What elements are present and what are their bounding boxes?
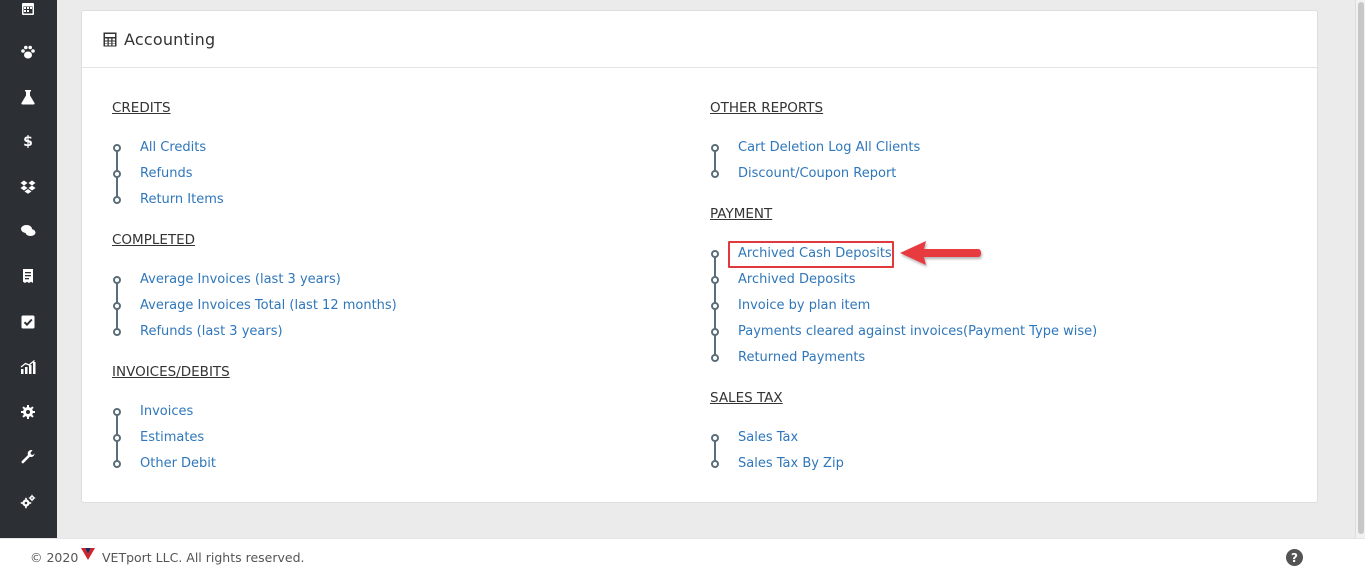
timeline-dot (113, 460, 121, 468)
timeline-dot (711, 170, 719, 178)
link-cart-deletion-log[interactable]: Cart Deletion Log All Clients (738, 139, 920, 157)
wrench-icon[interactable] (16, 445, 40, 469)
timeline-dot (711, 250, 719, 258)
link-average-invoices[interactable]: Average Invoices (last 3 years) (140, 271, 341, 289)
chart-icon[interactable] (16, 355, 40, 379)
section-title-other-reports: OTHER REPORTS (710, 100, 824, 116)
timeline-dot (711, 276, 719, 284)
section-title-payment: PAYMENT (710, 206, 773, 222)
vetport-logo-icon (81, 548, 95, 560)
timeline-dot (711, 434, 719, 442)
section-title-completed: COMPLETED (112, 232, 196, 248)
link-other-debit[interactable]: Other Debit (140, 455, 216, 473)
timeline-dot (113, 328, 121, 336)
timeline-dot (113, 434, 121, 442)
company-text: VETport LLC. All rights reserved. (102, 550, 305, 565)
highlight-box (728, 241, 894, 268)
timeline-dot (113, 144, 121, 152)
link-returned-payments[interactable]: Returned Payments (738, 349, 865, 367)
timeline-dot (113, 408, 121, 416)
timeline-dot (113, 170, 121, 178)
timeline-dot (113, 196, 121, 204)
paw-icon[interactable] (16, 40, 40, 64)
receipt-icon[interactable] (16, 264, 40, 288)
link-archived-deposits[interactable]: Archived Deposits (738, 271, 856, 289)
link-invoices[interactable]: Invoices (140, 403, 193, 421)
link-estimates[interactable]: Estimates (140, 429, 204, 447)
gears-icon[interactable] (16, 490, 40, 514)
dropbox-icon[interactable] (16, 175, 40, 199)
link-sales-tax[interactable]: Sales Tax (738, 429, 798, 447)
section-title-credits: CREDITS (112, 100, 171, 116)
timeline-dot (711, 460, 719, 468)
copyright-text: © 2020 (30, 550, 79, 565)
link-invoice-by-plan-item[interactable]: Invoice by plan item (738, 297, 870, 315)
gear-icon[interactable] (16, 400, 40, 424)
timeline-dot (711, 302, 719, 310)
help-button[interactable]: ? (1286, 549, 1303, 566)
timeline-dot (113, 302, 121, 310)
page-title: Accounting (124, 29, 216, 49)
timeline-dot (711, 354, 719, 362)
dollar-icon[interactable]: $ (16, 129, 40, 153)
checkbox-icon[interactable] (16, 310, 40, 334)
link-all-credits[interactable]: All Credits (140, 139, 206, 157)
flask-icon[interactable] (16, 85, 40, 109)
annotation-arrow-icon (900, 241, 981, 265)
calculator-icon (103, 32, 117, 46)
accounting-panel: Accounting CREDITS All Credits Refunds R… (81, 10, 1318, 503)
timeline-dot (711, 144, 719, 152)
scrollbar-thumb[interactable] (1358, 2, 1364, 534)
svg-text:$: $ (23, 134, 33, 149)
section-title-invoices-debits: INVOICES/DEBITS (112, 364, 230, 380)
link-sales-tax-by-zip[interactable]: Sales Tax By Zip (738, 455, 844, 473)
timeline-dot (711, 328, 719, 336)
footer: © 2020 VETport LLC. All rights reserved.… (0, 538, 1365, 575)
panel-header: Accounting (82, 11, 1317, 68)
timeline-dot (113, 276, 121, 284)
link-refunds-3-years[interactable]: Refunds (last 3 years) (140, 323, 283, 341)
section-title-sales-tax: SALES TAX (710, 390, 783, 406)
link-discount-coupon-report[interactable]: Discount/Coupon Report (738, 165, 896, 183)
link-return-items[interactable]: Return Items (140, 191, 224, 209)
sidebar: $ (0, 0, 57, 538)
link-payments-cleared[interactable]: Payments cleared against invoices(Paymen… (738, 323, 1097, 341)
vertical-scrollbar[interactable] (1355, 0, 1365, 538)
calendar-icon[interactable] (16, 0, 40, 20)
link-refunds[interactable]: Refunds (140, 165, 193, 183)
link-average-invoices-total[interactable]: Average Invoices Total (last 12 months) (140, 297, 397, 315)
chat-icon[interactable] (16, 219, 40, 243)
